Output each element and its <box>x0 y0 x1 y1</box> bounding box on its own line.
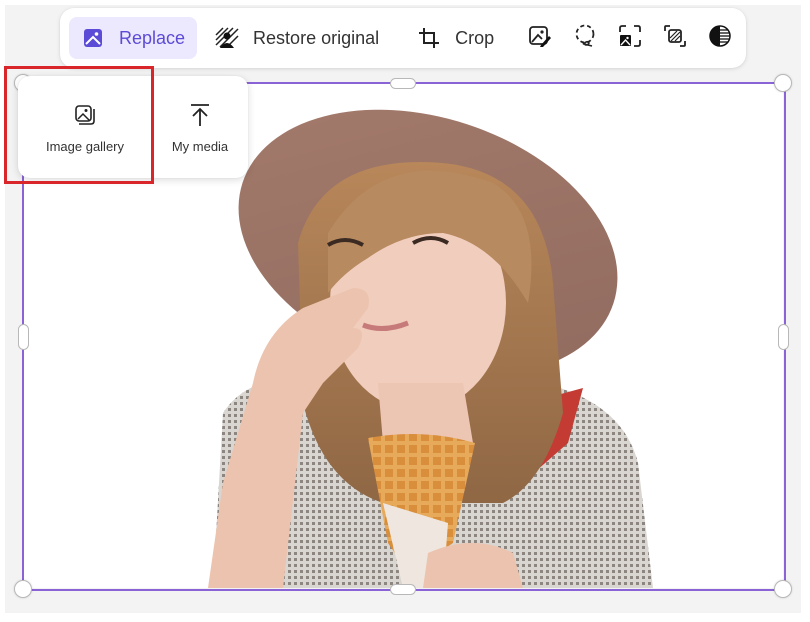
crop-label: Crop <box>455 27 495 48</box>
resize-handle-right[interactable] <box>778 324 789 350</box>
edit-image-button[interactable] <box>520 18 560 58</box>
restore-original-button[interactable]: Restore original <box>203 17 391 59</box>
replace-menu: Image gallery My media <box>18 76 248 178</box>
layer-effects-button[interactable] <box>655 18 695 58</box>
overlap-icon <box>663 24 687 53</box>
resize-handle-top-right[interactable] <box>774 74 792 92</box>
lasso-icon <box>573 24 597 53</box>
lasso-select-button[interactable] <box>565 18 605 58</box>
restore-image-icon <box>215 26 239 50</box>
image-gallery-option[interactable]: Image gallery <box>18 76 152 178</box>
resize-handle-left[interactable] <box>18 324 29 350</box>
replace-button[interactable]: Replace <box>69 17 198 59</box>
my-media-label: My media <box>171 138 229 154</box>
image-edit-icon <box>528 24 552 53</box>
image-icon <box>81 26 105 50</box>
crop-icon <box>417 26 441 50</box>
contrast-icon <box>708 24 732 53</box>
upload-icon <box>188 103 212 127</box>
restore-original-label: Restore original <box>253 27 380 48</box>
adjust-contrast-button[interactable] <box>700 18 740 58</box>
resize-handle-bottom-left[interactable] <box>14 580 32 598</box>
resize-handle-bottom-right[interactable] <box>774 580 792 598</box>
image-gallery-label: Image gallery <box>45 138 125 154</box>
focus-subject-icon <box>618 24 642 53</box>
image-toolbar: Replace Restore original Crop <box>60 8 746 68</box>
remove-background-button[interactable] <box>610 18 650 58</box>
resize-handle-bottom[interactable] <box>390 584 416 595</box>
image-gallery-icon <box>73 103 97 127</box>
replace-label: Replace <box>119 27 186 48</box>
resize-handle-top[interactable] <box>390 78 416 89</box>
neck <box>378 383 473 443</box>
my-media-option[interactable]: My media <box>152 76 248 178</box>
crop-button[interactable]: Crop <box>405 17 506 59</box>
